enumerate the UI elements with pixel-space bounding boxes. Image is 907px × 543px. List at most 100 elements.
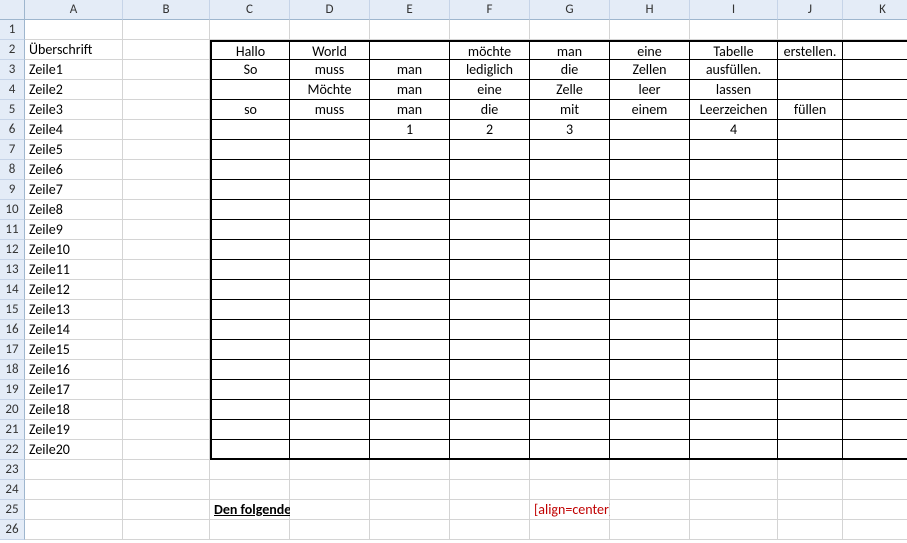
cell-E2[interactable]	[370, 40, 450, 60]
cell-K9[interactable]	[843, 180, 907, 200]
cell-H20[interactable]	[610, 400, 690, 420]
cell-K1[interactable]	[843, 20, 907, 40]
cell-H19[interactable]	[610, 380, 690, 400]
cell-H17[interactable]	[610, 340, 690, 360]
cell-H3[interactable]: Zellen	[610, 60, 690, 80]
cell-G11[interactable]	[530, 220, 610, 240]
cell-I7[interactable]	[690, 140, 778, 160]
cell-C22[interactable]	[210, 440, 290, 460]
cell-B15[interactable]	[123, 300, 210, 320]
cell-A6[interactable]: Zeile4	[25, 120, 123, 140]
cell-G19[interactable]	[530, 380, 610, 400]
row-header-23[interactable]: 23	[0, 460, 25, 480]
row-header-9[interactable]: 9	[0, 180, 25, 200]
cell-G1[interactable]	[530, 20, 610, 40]
cell-H15[interactable]	[610, 300, 690, 320]
cell-J8[interactable]	[778, 160, 843, 180]
cell-F4[interactable]: eine	[450, 80, 530, 100]
cell-I14[interactable]	[690, 280, 778, 300]
cell-B12[interactable]	[123, 240, 210, 260]
cell-I16[interactable]	[690, 320, 778, 340]
cell-I25[interactable]	[690, 500, 778, 520]
cell-B14[interactable]	[123, 280, 210, 300]
cell-E21[interactable]	[370, 420, 450, 440]
cell-J22[interactable]	[778, 440, 843, 460]
cell-A19[interactable]: Zeile17	[25, 380, 123, 400]
cell-I1[interactable]	[690, 20, 778, 40]
cell-H4[interactable]: leer	[610, 80, 690, 100]
cell-E20[interactable]	[370, 400, 450, 420]
cell-B23[interactable]	[123, 460, 210, 480]
cell-D2[interactable]: World	[290, 40, 370, 60]
cell-E10[interactable]	[370, 200, 450, 220]
cell-A17[interactable]: Zeile15	[25, 340, 123, 360]
row-header-8[interactable]: 8	[0, 160, 25, 180]
cell-E1[interactable]	[370, 20, 450, 40]
cell-A20[interactable]: Zeile18	[25, 400, 123, 420]
row-header-21[interactable]: 21	[0, 420, 25, 440]
cell-B17[interactable]	[123, 340, 210, 360]
cell-J25[interactable]	[778, 500, 843, 520]
cell-H14[interactable]	[610, 280, 690, 300]
cell-F18[interactable]	[450, 360, 530, 380]
cell-F8[interactable]	[450, 160, 530, 180]
cell-A22[interactable]: Zeile20	[25, 440, 123, 460]
row-header-12[interactable]: 12	[0, 240, 25, 260]
cell-I20[interactable]	[690, 400, 778, 420]
cell-F25[interactable]	[450, 500, 530, 520]
cell-E9[interactable]	[370, 180, 450, 200]
cell-H25[interactable]	[610, 500, 690, 520]
cell-I2[interactable]: Tabelle	[690, 40, 778, 60]
cell-A8[interactable]: Zeile6	[25, 160, 123, 180]
cell-E13[interactable]	[370, 260, 450, 280]
cell-A24[interactable]	[25, 480, 123, 500]
cell-F7[interactable]	[450, 140, 530, 160]
cell-C8[interactable]	[210, 160, 290, 180]
row-header-15[interactable]: 15	[0, 300, 25, 320]
cell-C19[interactable]	[210, 380, 290, 400]
cell-J20[interactable]	[778, 400, 843, 420]
cell-J23[interactable]	[778, 460, 843, 480]
cell-J1[interactable]	[778, 20, 843, 40]
cell-A3[interactable]: Zeile1	[25, 60, 123, 80]
cell-E26[interactable]	[370, 520, 450, 540]
cell-D25[interactable]	[290, 500, 370, 520]
cell-K6[interactable]	[843, 120, 907, 140]
cell-I17[interactable]	[690, 340, 778, 360]
cell-J5[interactable]: füllen	[778, 100, 843, 120]
column-header-E[interactable]: E	[370, 0, 450, 20]
cell-K16[interactable]	[843, 320, 907, 340]
cell-A4[interactable]: Zeile2	[25, 80, 123, 100]
row-header-6[interactable]: 6	[0, 120, 25, 140]
cell-B25[interactable]	[123, 500, 210, 520]
cell-H23[interactable]	[610, 460, 690, 480]
cell-H11[interactable]	[610, 220, 690, 240]
cell-H16[interactable]	[610, 320, 690, 340]
cell-K19[interactable]	[843, 380, 907, 400]
cell-F11[interactable]	[450, 220, 530, 240]
cell-F21[interactable]	[450, 420, 530, 440]
cell-I13[interactable]	[690, 260, 778, 280]
cell-B18[interactable]	[123, 360, 210, 380]
cell-D11[interactable]	[290, 220, 370, 240]
cell-G21[interactable]	[530, 420, 610, 440]
row-header-25[interactable]: 25	[0, 500, 25, 520]
cell-B7[interactable]	[123, 140, 210, 160]
cell-J12[interactable]	[778, 240, 843, 260]
cell-H7[interactable]	[610, 140, 690, 160]
cell-A10[interactable]: Zeile8	[25, 200, 123, 220]
cell-K3[interactable]	[843, 60, 907, 80]
cell-K24[interactable]	[843, 480, 907, 500]
cell-K25[interactable]	[843, 500, 907, 520]
cell-C13[interactable]	[210, 260, 290, 280]
cell-G24[interactable]	[530, 480, 610, 500]
cell-F15[interactable]	[450, 300, 530, 320]
cell-B20[interactable]	[123, 400, 210, 420]
cell-D8[interactable]	[290, 160, 370, 180]
cell-J11[interactable]	[778, 220, 843, 240]
row-header-4[interactable]: 4	[0, 80, 25, 100]
cell-G16[interactable]	[530, 320, 610, 340]
cell-K2[interactable]	[843, 40, 907, 60]
cell-G17[interactable]	[530, 340, 610, 360]
cell-D22[interactable]	[290, 440, 370, 460]
